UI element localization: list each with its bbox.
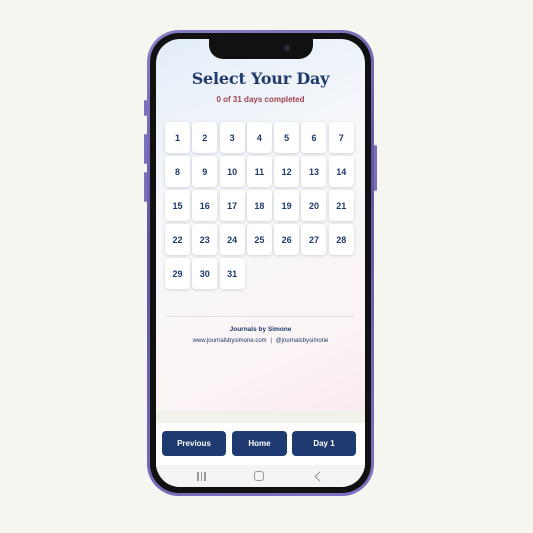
day-button[interactable]: 17	[219, 190, 245, 221]
day-grid: 1 2 3 4 5 6 7 8 9 10 11 12 13 14 15 16 17 18 19 20 21 22 23 24 2…	[165, 122, 354, 289]
day-button[interactable]: 6	[301, 122, 327, 153]
camera-icon	[283, 45, 290, 51]
content-bottom-strip	[156, 411, 365, 423]
day-button[interactable]: 4	[246, 122, 272, 153]
recent-apps-icon[interactable]	[197, 472, 206, 481]
day-button[interactable]: Day 1	[292, 431, 356, 456]
day-button[interactable]: 1	[165, 122, 190, 153]
day-button[interactable]: 11	[246, 156, 272, 187]
phone-bezel: Select Your Day 0 of 31 days completed 1…	[150, 33, 371, 493]
day-button[interactable]: 16	[192, 190, 218, 221]
system-nav-bar	[156, 465, 365, 487]
app-screen: Select Your Day 0 of 31 days completed 1…	[156, 39, 365, 487]
day-button[interactable]: 2	[192, 122, 218, 153]
day-button[interactable]: 22	[165, 224, 190, 255]
day-button[interactable]: 29	[165, 258, 190, 289]
day-button[interactable]: 31	[219, 258, 245, 289]
day-button[interactable]: 26	[274, 224, 300, 255]
day-button[interactable]: 28	[328, 224, 354, 255]
day-button[interactable]: 18	[246, 190, 272, 221]
brand-name: Journals by Simone	[229, 326, 292, 333]
day-button[interactable]: 3	[219, 122, 245, 153]
day-button[interactable]: 15	[165, 190, 190, 221]
day-button[interactable]: 21	[328, 190, 354, 221]
home-icon[interactable]	[254, 471, 264, 481]
home-button[interactable]: Home	[232, 431, 287, 456]
day-button[interactable]: 9	[192, 156, 218, 187]
divider	[166, 316, 355, 317]
day-button[interactable]: 25	[246, 224, 272, 255]
notch	[208, 39, 313, 59]
side-button-power	[374, 145, 377, 191]
social-handle-link[interactable]: @journalsbysimone	[276, 338, 329, 344]
back-icon[interactable]	[314, 471, 325, 482]
day-button[interactable]: 8	[165, 156, 190, 187]
day-button[interactable]: 14	[328, 156, 354, 187]
website-link[interactable]: www.journalsbysimone.com	[193, 338, 267, 344]
bottom-nav-bar: Previous Home Day 1	[156, 423, 365, 471]
page-title: Select Your Day	[191, 69, 330, 88]
day-button[interactable]: 7	[328, 122, 354, 153]
side-button-mute	[144, 100, 147, 116]
day-button[interactable]: 20	[301, 190, 327, 221]
day-button[interactable]: 30	[192, 258, 218, 289]
day-button[interactable]: 12	[274, 156, 300, 187]
day-button[interactable]: 5	[274, 122, 300, 153]
day-button[interactable]: 27	[301, 224, 327, 255]
side-button-volume-down	[144, 172, 147, 202]
footer-separator: |	[270, 338, 272, 344]
day-button[interactable]: 13	[301, 156, 327, 187]
previous-button[interactable]: Previous	[162, 431, 226, 456]
progress-text: 0 of 31 days completed	[216, 95, 305, 104]
day-button[interactable]: 23	[192, 224, 218, 255]
phone-frame: Select Your Day 0 of 31 days completed 1…	[144, 30, 377, 496]
footer-links: www.journalsbysimone.com | @journalsbysi…	[156, 338, 365, 344]
day-button[interactable]: 24	[219, 224, 245, 255]
side-button-volume-up	[144, 134, 147, 164]
day-button[interactable]: 19	[274, 190, 300, 221]
day-button[interactable]: 10	[219, 156, 245, 187]
